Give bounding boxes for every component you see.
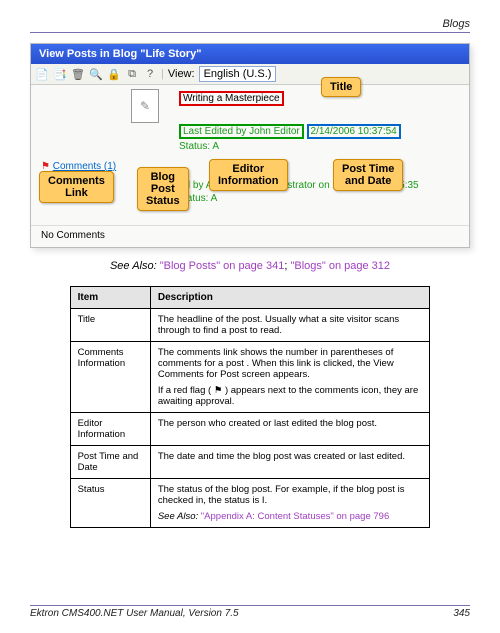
window-title: View Posts in Blog "Life Story" [31, 44, 469, 64]
cell-description: The status of the blog post. For example… [150, 479, 430, 528]
cell-description: The comments link shows the number in pa… [150, 342, 430, 413]
callout-blog-post-status: Blog Post Status [137, 167, 189, 211]
footer-page-number: 345 [453, 608, 470, 619]
lock-icon[interactable]: 🔒 [107, 67, 121, 81]
table-row: Comments InformationThe comments link sh… [70, 342, 430, 413]
callout-editor-info: Editor Information [209, 159, 288, 191]
post-title-text: Writing a Masterpiece [179, 91, 284, 106]
props-icon[interactable]: ⧉ [125, 67, 139, 81]
see-also-line: See Also: "Blog Posts" on page 341; "Blo… [30, 260, 470, 272]
document-icon: ✎ [131, 89, 159, 123]
see-also-inline-link[interactable]: "Appendix A: Content Statuses" on page 7… [201, 511, 389, 522]
cell-item: Editor Information [70, 413, 150, 446]
cell-item: Status [70, 479, 150, 528]
footer-manual-title: Ektron CMS400.NET User Manual, Version 7… [30, 608, 239, 619]
last-edited-text: Last Edited by John Editor [183, 126, 300, 137]
copy-icon[interactable]: 📑 [53, 67, 67, 81]
delete-icon[interactable]: 🗑 [71, 67, 85, 81]
table-row: TitleThe headline of the post. Usually w… [70, 309, 430, 342]
see-also-link-2[interactable]: "Blogs" on page 312 [290, 260, 390, 272]
cell-item: Comments Information [70, 342, 150, 413]
status-text-2: status: A [179, 193, 461, 204]
see-also-link-1[interactable]: "Blog Posts" on page 341 [160, 260, 285, 272]
table-row: Editor InformationThe person who created… [70, 413, 430, 446]
table-row: StatusThe status of the blog post. For e… [70, 479, 430, 528]
search-icon[interactable]: 🔍 [89, 67, 103, 81]
cell-description: The person who created or last edited th… [150, 413, 430, 446]
callout-comments-link: Comments Link [39, 171, 114, 203]
help-icon[interactable]: ? [143, 67, 157, 81]
new-icon[interactable]: 📄 [35, 67, 49, 81]
cell-description: The headline of the post. Usually what a… [150, 309, 430, 342]
description-table: Item Description TitleThe headline of th… [70, 286, 431, 528]
th-description: Description [150, 287, 430, 309]
cell-item: Post Time and Date [70, 446, 150, 479]
see-also-label: See Also: [110, 260, 160, 272]
callout-title: Title [321, 77, 361, 97]
cell-description: The date and time the blog post was crea… [150, 446, 430, 479]
view-label: View: [168, 68, 195, 80]
table-row: Post Time and DateThe date and time the … [70, 446, 430, 479]
callout-post-time-date: Post Time and Date [333, 159, 403, 191]
toolbar: 📄 📑 🗑 🔍 🔒 ⧉ ? | View: English (U.S.) [31, 64, 469, 85]
cell-item: Title [70, 309, 150, 342]
page-footer: Ektron CMS400.NET User Manual, Version 7… [30, 605, 470, 619]
no-comments-row: No Comments [31, 225, 469, 247]
page-section-header: Blogs [30, 18, 470, 33]
status-text: Status: A [179, 141, 461, 152]
blog-posts-screenshot: View Posts in Blog "Life Story" 📄 📑 🗑 🔍 … [30, 43, 470, 248]
last-edited-date: 2/14/2006 10:37:54 [311, 126, 397, 137]
language-select[interactable]: English (U.S.) [199, 66, 277, 82]
th-item: Item [70, 287, 150, 309]
toolbar-separator: | [161, 68, 164, 80]
